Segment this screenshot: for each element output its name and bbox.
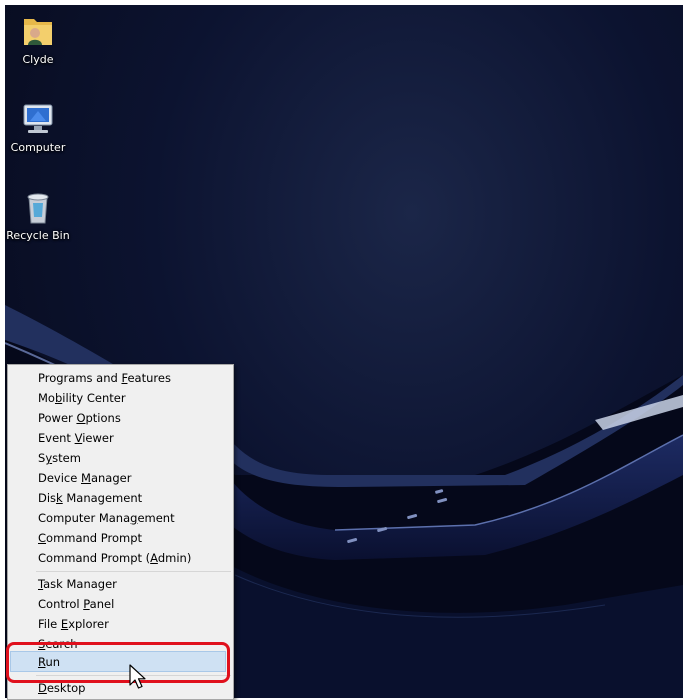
recycle-bin-icon xyxy=(27,193,49,224)
menu-item-device-manager[interactable]: Device Manager xyxy=(38,468,131,488)
menu-separator xyxy=(36,571,231,572)
desktop-icon-label: Recycle Bin xyxy=(6,229,70,242)
menu-item-mobility-center[interactable]: Mobility Center xyxy=(38,388,126,408)
desktop-icon-label: Computer xyxy=(10,141,66,154)
menu-item-system[interactable]: System xyxy=(38,448,81,468)
menu-item-command-prompt-admin[interactable]: Command Prompt (Admin) xyxy=(38,548,191,568)
desktop-icon-computer[interactable]: Computer xyxy=(5,99,76,155)
menu-item-control-panel[interactable]: Control Panel xyxy=(38,594,114,614)
menu-item-computer-management[interactable]: Computer Management xyxy=(38,508,175,528)
menu-item-file-explorer[interactable]: File Explorer xyxy=(38,614,109,634)
menu-item-command-prompt[interactable]: Command Prompt xyxy=(38,528,142,548)
mouse-pointer-icon xyxy=(129,664,146,689)
desktop-icon-label: Clyde xyxy=(22,53,54,66)
menu-item-event-viewer[interactable]: Event Viewer xyxy=(38,428,114,448)
user-folder-icon xyxy=(24,19,52,45)
menu-item-programs-and-features[interactable]: Programs and Features xyxy=(38,368,171,388)
run-callout-highlight xyxy=(6,642,230,683)
computer-icon xyxy=(23,104,53,133)
menu-item-task-manager[interactable]: Task Manager xyxy=(38,574,117,594)
desktop-icon-recycle-bin[interactable]: Recycle Bin xyxy=(5,187,76,243)
menu-item-power-options[interactable]: Power Options xyxy=(38,408,121,428)
menu-item-disk-management[interactable]: Disk Management xyxy=(38,488,142,508)
desktop-icon-user-folder[interactable]: Clyde xyxy=(5,11,76,67)
